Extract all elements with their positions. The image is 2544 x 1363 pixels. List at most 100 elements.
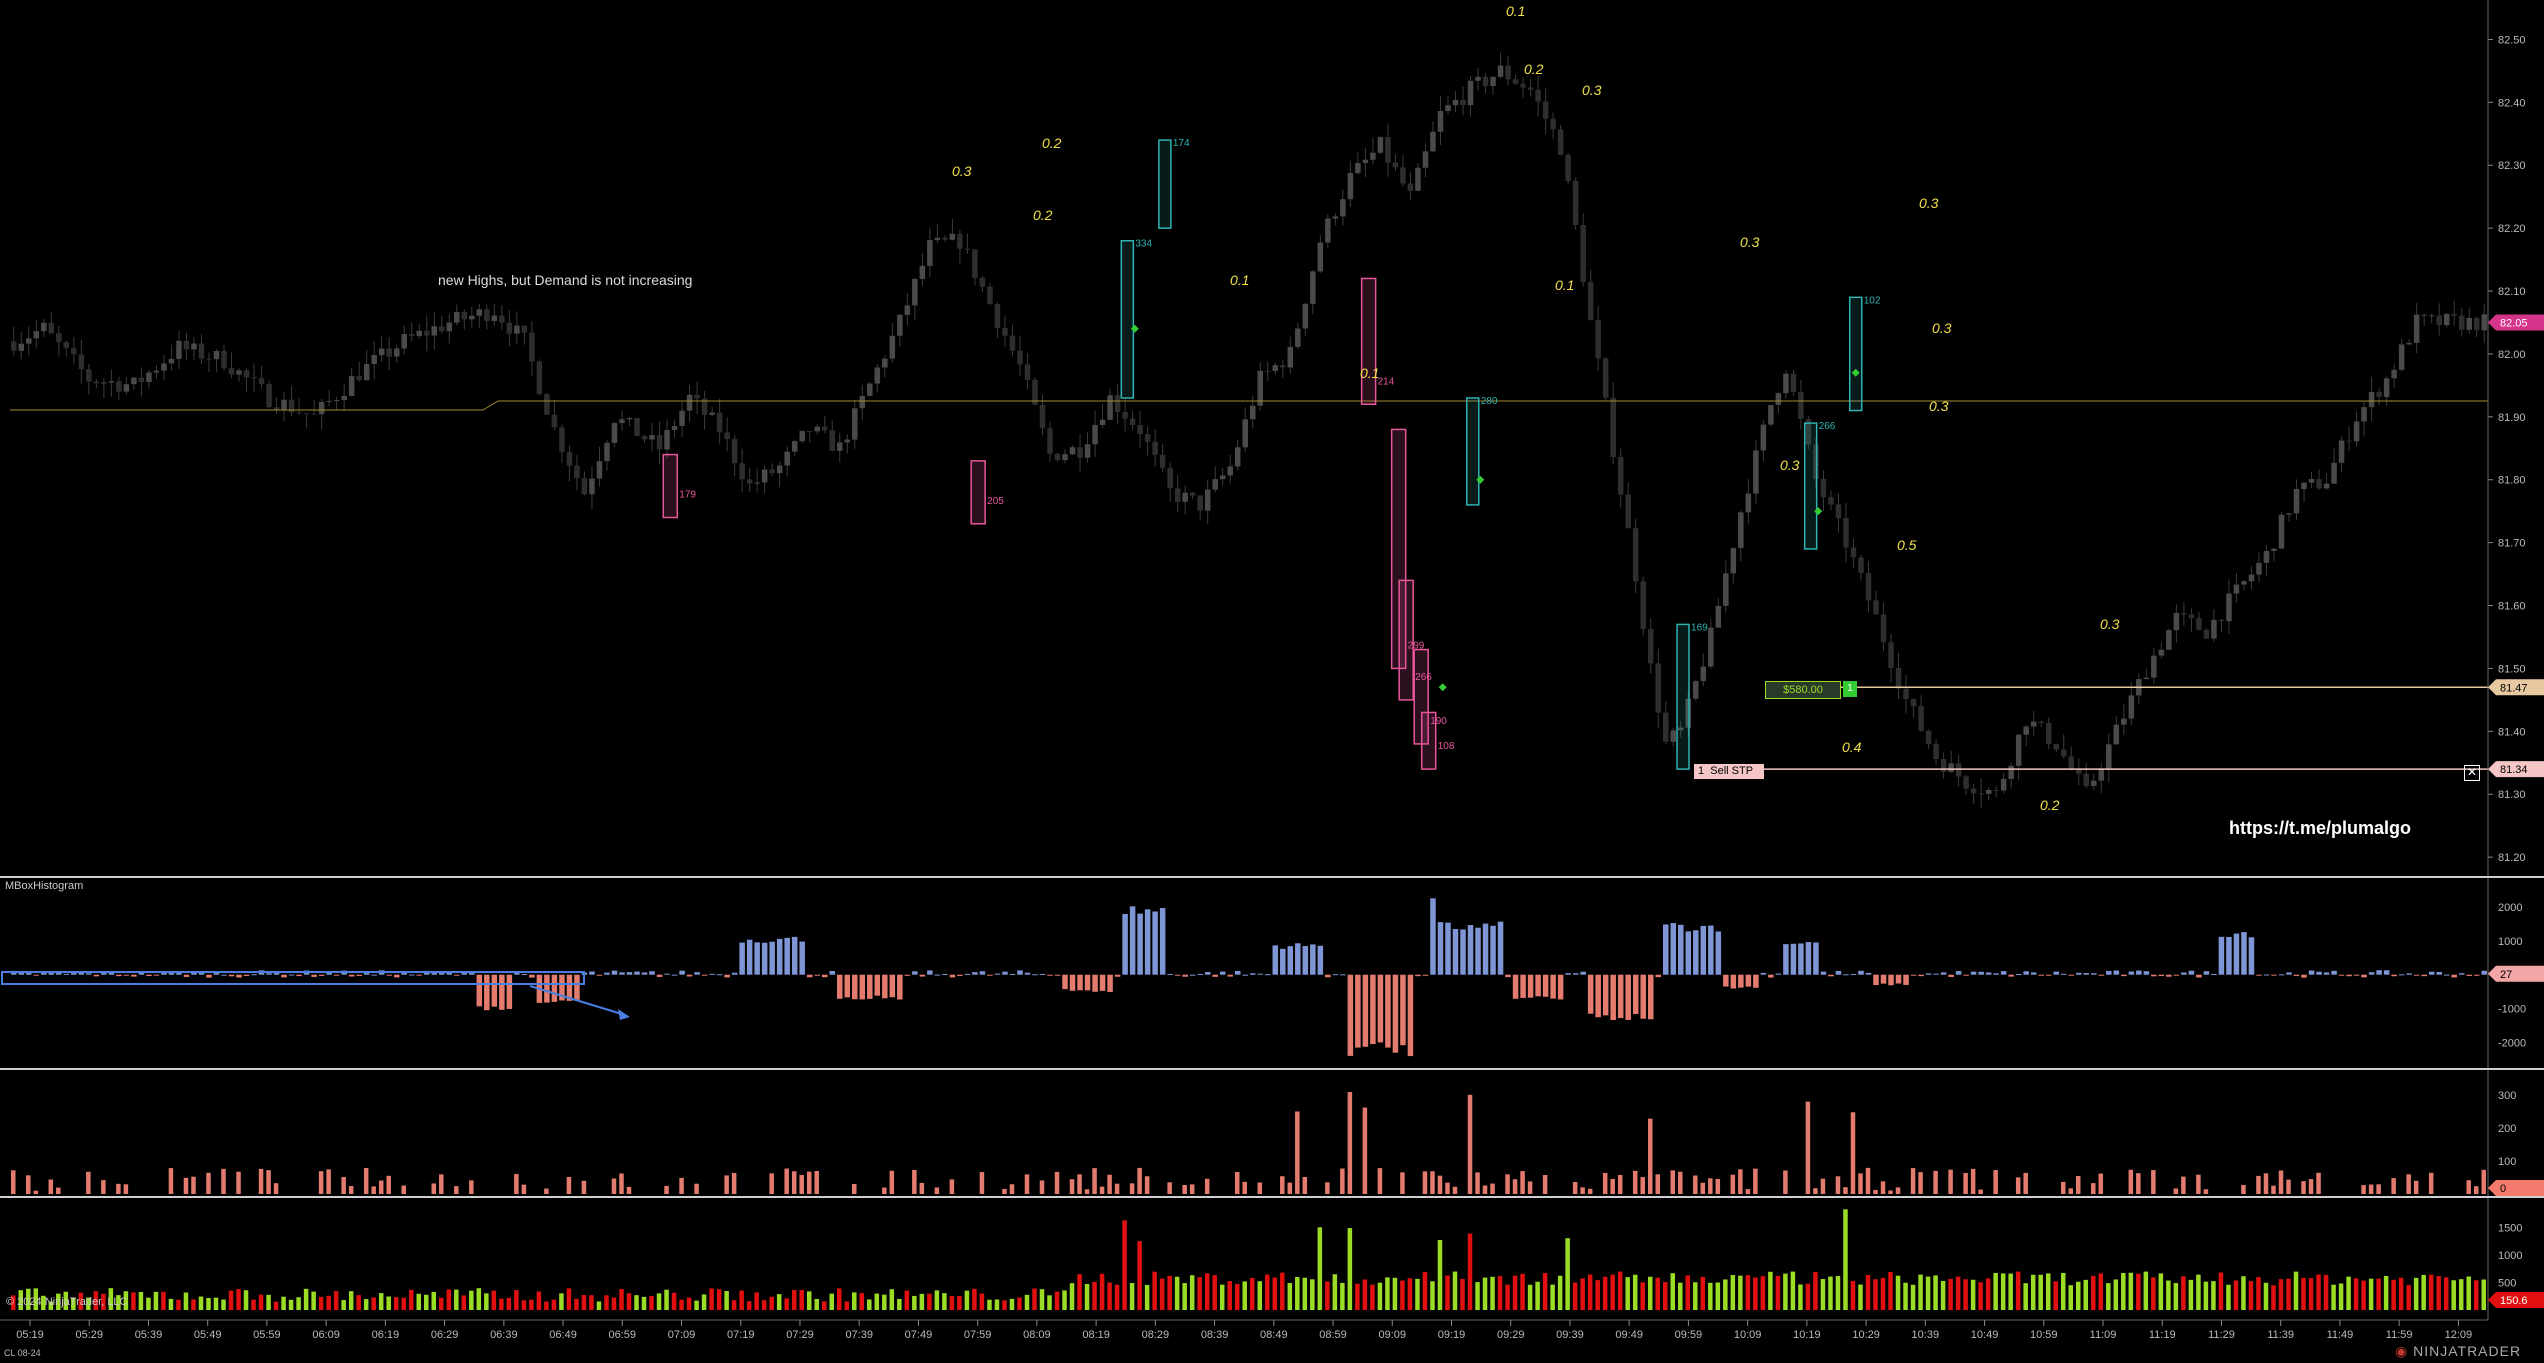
x-tick-label: 10:09	[1734, 1329, 1762, 1341]
candle-body	[2158, 649, 2165, 656]
candle-body	[529, 332, 535, 362]
candle-body	[2436, 315, 2442, 326]
candle-body	[484, 309, 490, 321]
hist-bar	[2368, 972, 2375, 975]
x-tick-label: 11:09	[2090, 1329, 2117, 1341]
candle-body	[604, 442, 610, 462]
candle-body	[1182, 492, 1188, 502]
volume2-bar	[2481, 1279, 2486, 1310]
candle-body	[123, 384, 130, 392]
hist-bar	[2338, 974, 2345, 976]
volume2-bar	[2443, 1277, 2449, 1310]
volume2-bar	[829, 1293, 834, 1310]
volume2-bar	[2473, 1280, 2479, 1310]
volume2-bar	[2173, 1283, 2179, 1310]
delta-label: 0.2	[1524, 61, 1544, 77]
delta-label: 0.1	[1230, 272, 1249, 288]
candle-body	[363, 364, 370, 381]
close-order-icon[interactable]: ✕	[2464, 765, 2480, 781]
volume2-bar	[2098, 1273, 2104, 1310]
position-qty[interactable]: 1	[1843, 681, 1857, 697]
volume2-bar	[183, 1292, 189, 1310]
volume2-bar	[1738, 1275, 1743, 1310]
volume2-bar	[679, 1299, 684, 1310]
volume2-bar	[746, 1301, 752, 1310]
delta-label: 0.3	[1740, 234, 1760, 250]
position-pnl[interactable]: $580.00	[1765, 681, 1841, 699]
candle-body	[897, 314, 903, 336]
volume1-bar	[799, 1175, 804, 1194]
volume2-bar	[949, 1296, 955, 1310]
candle-body	[2323, 483, 2330, 489]
hist-bar	[2436, 971, 2442, 975]
candle-body	[1295, 328, 1301, 347]
mbox-boxes[interactable]: 179205334174214299266190108280169266102	[662, 138, 1881, 770]
volume2-bar	[1985, 1278, 1991, 1310]
sell-stop-order[interactable]: 1 Sell STP	[1694, 764, 1764, 779]
hist-bar	[1670, 923, 1677, 975]
volume-panel-1-bars	[11, 1092, 2486, 1194]
hist-bar	[1918, 974, 1924, 977]
candle-body	[491, 315, 498, 321]
candle-body	[2413, 314, 2420, 343]
hist-bar	[1858, 970, 1864, 975]
volume2-bar	[499, 1298, 504, 1310]
panel-separator-3[interactable]	[0, 1196, 2544, 1198]
hist-bar	[1820, 971, 1827, 975]
y-tick-label: 82.10	[2498, 286, 2526, 298]
volume2-bar	[1167, 1275, 1172, 1310]
candle-body	[1197, 495, 1203, 511]
volume2-bar	[1017, 1297, 1022, 1310]
hist-bar	[371, 974, 377, 976]
arrow-head	[618, 1009, 630, 1020]
volume2-bar	[1895, 1275, 1901, 1310]
candle-body	[551, 414, 558, 428]
volume1-bar	[1002, 1188, 1007, 1194]
volume1-bar	[1144, 1176, 1150, 1194]
volume2-bar	[326, 1295, 331, 1310]
watermark-link[interactable]: https://t.me/plumalgo	[2229, 818, 2411, 839]
hist-bar	[1700, 925, 1707, 975]
volume1-bar	[86, 1171, 91, 1194]
hist-bar	[1002, 971, 1008, 975]
candle-body	[131, 377, 137, 385]
volume1-bar	[1099, 1186, 1105, 1194]
hist-bar	[1708, 925, 1714, 975]
panel-separator-1[interactable]	[0, 876, 2544, 878]
hist-bar	[1099, 974, 1106, 991]
x-tick-label: 07:59	[964, 1329, 992, 1341]
volume2-bar	[2076, 1281, 2081, 1310]
volume2-bar	[401, 1297, 406, 1310]
volume2-bar	[1370, 1284, 1375, 1310]
hist-bar	[1362, 974, 1369, 1047]
candle-body	[2421, 314, 2427, 317]
hist-bar	[228, 974, 235, 977]
volume2-bar	[634, 1295, 639, 1310]
volume1-bar	[56, 1187, 61, 1194]
volume2-bar	[469, 1290, 474, 1310]
volume2-bar	[1430, 1281, 1435, 1310]
candle-body	[2481, 314, 2487, 331]
hist-bar	[2196, 974, 2202, 978]
hist-bar	[2308, 970, 2315, 975]
panel-separator-2[interactable]	[0, 1068, 2544, 1070]
candle-body	[536, 361, 543, 395]
hist-bar	[236, 974, 242, 978]
volume1-bar	[2196, 1174, 2201, 1194]
volume2-bar	[1497, 1276, 1503, 1310]
volume2-bar	[2053, 1281, 2058, 1310]
volume2-bar	[176, 1299, 181, 1310]
volume1-bar	[2181, 1176, 2186, 1194]
volume2-bar	[228, 1290, 234, 1310]
volume2-bar	[153, 1291, 159, 1310]
candle-body	[972, 249, 978, 278]
hist-bar	[1385, 974, 1391, 1048]
chart-svg[interactable]: 179205334174214299266190108280169266102 …	[0, 0, 2544, 1363]
chart-labels: 0.3 0.1 0.2 0.3 0.2 0.2 0.1 0.1 0.1 0.3 0.3 0.3 0.3 0…	[952, 3, 2120, 813]
volume2-bar	[1565, 1238, 1570, 1310]
hist-bar	[2083, 973, 2090, 975]
volume1-bar	[1610, 1178, 1615, 1194]
candle-body	[469, 315, 475, 320]
volume2-bar	[754, 1292, 759, 1310]
hist-bar	[2076, 972, 2082, 975]
